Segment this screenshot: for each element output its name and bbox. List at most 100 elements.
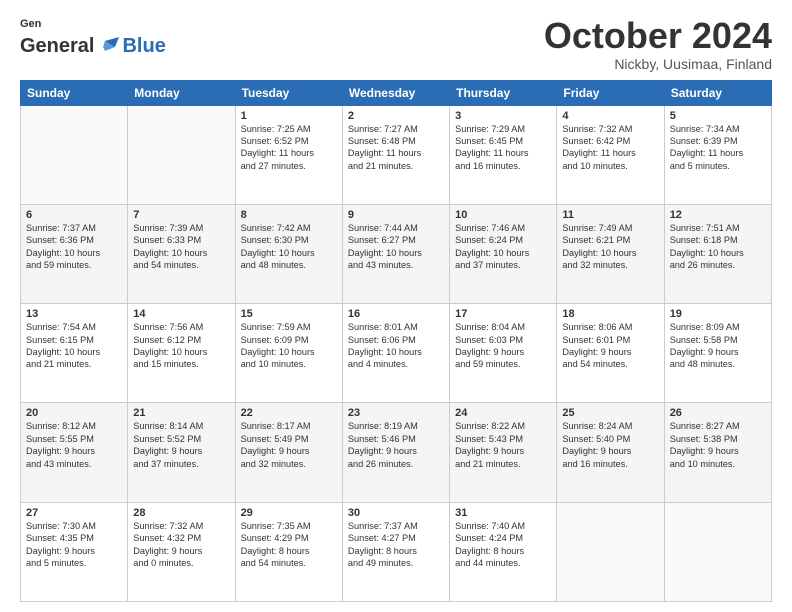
day-number: 25 xyxy=(562,407,658,419)
col-tuesday: Tuesday xyxy=(235,80,342,105)
calendar-cell: 2Sunrise: 7:27 AMSunset: 6:48 PMDaylight… xyxy=(342,105,449,204)
cell-content: Sunrise: 8:12 AMSunset: 5:55 PMDaylight:… xyxy=(26,420,122,470)
cell-content: Sunrise: 7:51 AMSunset: 6:18 PMDaylight:… xyxy=(670,222,766,272)
calendar-cell: 27Sunrise: 7:30 AMSunset: 4:35 PMDayligh… xyxy=(21,502,128,601)
cell-content: Sunrise: 8:06 AMSunset: 6:01 PMDaylight:… xyxy=(562,321,658,371)
col-wednesday: Wednesday xyxy=(342,80,449,105)
calendar-cell: 1Sunrise: 7:25 AMSunset: 6:52 PMDaylight… xyxy=(235,105,342,204)
calendar-cell xyxy=(21,105,128,204)
calendar-cell xyxy=(664,502,771,601)
logo-general: General xyxy=(20,35,94,58)
calendar-cell: 6Sunrise: 7:37 AMSunset: 6:36 PMDaylight… xyxy=(21,204,128,303)
title-area: October 2024 Nickby, Uusimaa, Finland xyxy=(544,16,772,72)
calendar-cell: 21Sunrise: 8:14 AMSunset: 5:52 PMDayligh… xyxy=(128,403,235,502)
logo: General General Blue xyxy=(20,16,166,58)
page: General General Blue October 2024 Nickby… xyxy=(0,0,792,612)
col-saturday: Saturday xyxy=(664,80,771,105)
calendar-cell: 25Sunrise: 8:24 AMSunset: 5:40 PMDayligh… xyxy=(557,403,664,502)
calendar-cell: 24Sunrise: 8:22 AMSunset: 5:43 PMDayligh… xyxy=(450,403,557,502)
day-number: 22 xyxy=(241,407,337,419)
calendar-cell: 31Sunrise: 7:40 AMSunset: 4:24 PMDayligh… xyxy=(450,502,557,601)
cell-content: Sunrise: 8:17 AMSunset: 5:49 PMDaylight:… xyxy=(241,420,337,470)
day-number: 27 xyxy=(26,507,122,519)
calendar-cell: 3Sunrise: 7:29 AMSunset: 6:45 PMDaylight… xyxy=(450,105,557,204)
cell-content: Sunrise: 8:27 AMSunset: 5:38 PMDaylight:… xyxy=(670,420,766,470)
cell-content: Sunrise: 7:35 AMSunset: 4:29 PMDaylight:… xyxy=(241,520,337,570)
day-number: 13 xyxy=(26,308,122,320)
calendar-cell: 19Sunrise: 8:09 AMSunset: 5:58 PMDayligh… xyxy=(664,304,771,403)
cell-content: Sunrise: 7:34 AMSunset: 6:39 PMDaylight:… xyxy=(670,123,766,173)
day-number: 4 xyxy=(562,110,658,122)
day-number: 19 xyxy=(670,308,766,320)
day-number: 23 xyxy=(348,407,444,419)
day-number: 2 xyxy=(348,110,444,122)
calendar-cell: 26Sunrise: 8:27 AMSunset: 5:38 PMDayligh… xyxy=(664,403,771,502)
cell-content: Sunrise: 8:01 AMSunset: 6:06 PMDaylight:… xyxy=(348,321,444,371)
cell-content: Sunrise: 7:46 AMSunset: 6:24 PMDaylight:… xyxy=(455,222,551,272)
day-number: 7 xyxy=(133,209,229,221)
subtitle: Nickby, Uusimaa, Finland xyxy=(544,56,772,72)
calendar-cell: 23Sunrise: 8:19 AMSunset: 5:46 PMDayligh… xyxy=(342,403,449,502)
calendar-cell: 29Sunrise: 7:35 AMSunset: 4:29 PMDayligh… xyxy=(235,502,342,601)
day-number: 5 xyxy=(670,110,766,122)
calendar-cell: 17Sunrise: 8:04 AMSunset: 6:03 PMDayligh… xyxy=(450,304,557,403)
calendar-cell: 14Sunrise: 7:56 AMSunset: 6:12 PMDayligh… xyxy=(128,304,235,403)
day-number: 1 xyxy=(241,110,337,122)
cell-content: Sunrise: 7:54 AMSunset: 6:15 PMDaylight:… xyxy=(26,321,122,371)
day-number: 20 xyxy=(26,407,122,419)
day-number: 9 xyxy=(348,209,444,221)
col-monday: Monday xyxy=(128,80,235,105)
cell-content: Sunrise: 7:39 AMSunset: 6:33 PMDaylight:… xyxy=(133,222,229,272)
day-number: 18 xyxy=(562,308,658,320)
week-row-1: 1Sunrise: 7:25 AMSunset: 6:52 PMDaylight… xyxy=(21,105,772,204)
calendar-cell: 16Sunrise: 8:01 AMSunset: 6:06 PMDayligh… xyxy=(342,304,449,403)
calendar-table: Sunday Monday Tuesday Wednesday Thursday… xyxy=(20,80,772,602)
day-number: 11 xyxy=(562,209,658,221)
cell-content: Sunrise: 7:37 AMSunset: 4:27 PMDaylight:… xyxy=(348,520,444,570)
day-number: 10 xyxy=(455,209,551,221)
calendar-cell: 13Sunrise: 7:54 AMSunset: 6:15 PMDayligh… xyxy=(21,304,128,403)
col-friday: Friday xyxy=(557,80,664,105)
day-number: 31 xyxy=(455,507,551,519)
calendar-cell xyxy=(557,502,664,601)
cell-content: Sunrise: 7:29 AMSunset: 6:45 PMDaylight:… xyxy=(455,123,551,173)
cell-content: Sunrise: 8:24 AMSunset: 5:40 PMDaylight:… xyxy=(562,420,658,470)
cell-content: Sunrise: 7:44 AMSunset: 6:27 PMDaylight:… xyxy=(348,222,444,272)
month-title: October 2024 xyxy=(544,16,772,56)
cell-content: Sunrise: 7:32 AMSunset: 6:42 PMDaylight:… xyxy=(562,123,658,173)
calendar-cell xyxy=(128,105,235,204)
calendar-cell: 9Sunrise: 7:44 AMSunset: 6:27 PMDaylight… xyxy=(342,204,449,303)
calendar-cell: 4Sunrise: 7:32 AMSunset: 6:42 PMDaylight… xyxy=(557,105,664,204)
week-row-2: 6Sunrise: 7:37 AMSunset: 6:36 PMDaylight… xyxy=(21,204,772,303)
calendar-cell: 11Sunrise: 7:49 AMSunset: 6:21 PMDayligh… xyxy=(557,204,664,303)
calendar-cell: 10Sunrise: 7:46 AMSunset: 6:24 PMDayligh… xyxy=(450,204,557,303)
cell-content: Sunrise: 8:22 AMSunset: 5:43 PMDaylight:… xyxy=(455,420,551,470)
calendar-cell: 22Sunrise: 8:17 AMSunset: 5:49 PMDayligh… xyxy=(235,403,342,502)
cell-content: Sunrise: 7:32 AMSunset: 4:32 PMDaylight:… xyxy=(133,520,229,570)
week-row-5: 27Sunrise: 7:30 AMSunset: 4:35 PMDayligh… xyxy=(21,502,772,601)
cell-content: Sunrise: 8:14 AMSunset: 5:52 PMDaylight:… xyxy=(133,420,229,470)
calendar-cell: 20Sunrise: 8:12 AMSunset: 5:55 PMDayligh… xyxy=(21,403,128,502)
logo-blue: Blue xyxy=(122,35,165,58)
day-number: 12 xyxy=(670,209,766,221)
cell-content: Sunrise: 7:27 AMSunset: 6:48 PMDaylight:… xyxy=(348,123,444,173)
day-number: 15 xyxy=(241,308,337,320)
day-number: 17 xyxy=(455,308,551,320)
cell-content: Sunrise: 8:04 AMSunset: 6:03 PMDaylight:… xyxy=(455,321,551,371)
day-number: 16 xyxy=(348,308,444,320)
day-number: 8 xyxy=(241,209,337,221)
cell-content: Sunrise: 7:37 AMSunset: 6:36 PMDaylight:… xyxy=(26,222,122,272)
svg-text:General: General xyxy=(20,18,42,30)
cell-content: Sunrise: 7:42 AMSunset: 6:30 PMDaylight:… xyxy=(241,222,337,272)
calendar-cell: 18Sunrise: 8:06 AMSunset: 6:01 PMDayligh… xyxy=(557,304,664,403)
col-thursday: Thursday xyxy=(450,80,557,105)
header: General General Blue October 2024 Nickby… xyxy=(20,16,772,72)
cell-content: Sunrise: 7:30 AMSunset: 4:35 PMDaylight:… xyxy=(26,520,122,570)
cell-content: Sunrise: 8:19 AMSunset: 5:46 PMDaylight:… xyxy=(348,420,444,470)
header-row: Sunday Monday Tuesday Wednesday Thursday… xyxy=(21,80,772,105)
week-row-3: 13Sunrise: 7:54 AMSunset: 6:15 PMDayligh… xyxy=(21,304,772,403)
cell-content: Sunrise: 8:09 AMSunset: 5:58 PMDaylight:… xyxy=(670,321,766,371)
cell-content: Sunrise: 7:25 AMSunset: 6:52 PMDaylight:… xyxy=(241,123,337,173)
day-number: 3 xyxy=(455,110,551,122)
calendar-cell: 12Sunrise: 7:51 AMSunset: 6:18 PMDayligh… xyxy=(664,204,771,303)
